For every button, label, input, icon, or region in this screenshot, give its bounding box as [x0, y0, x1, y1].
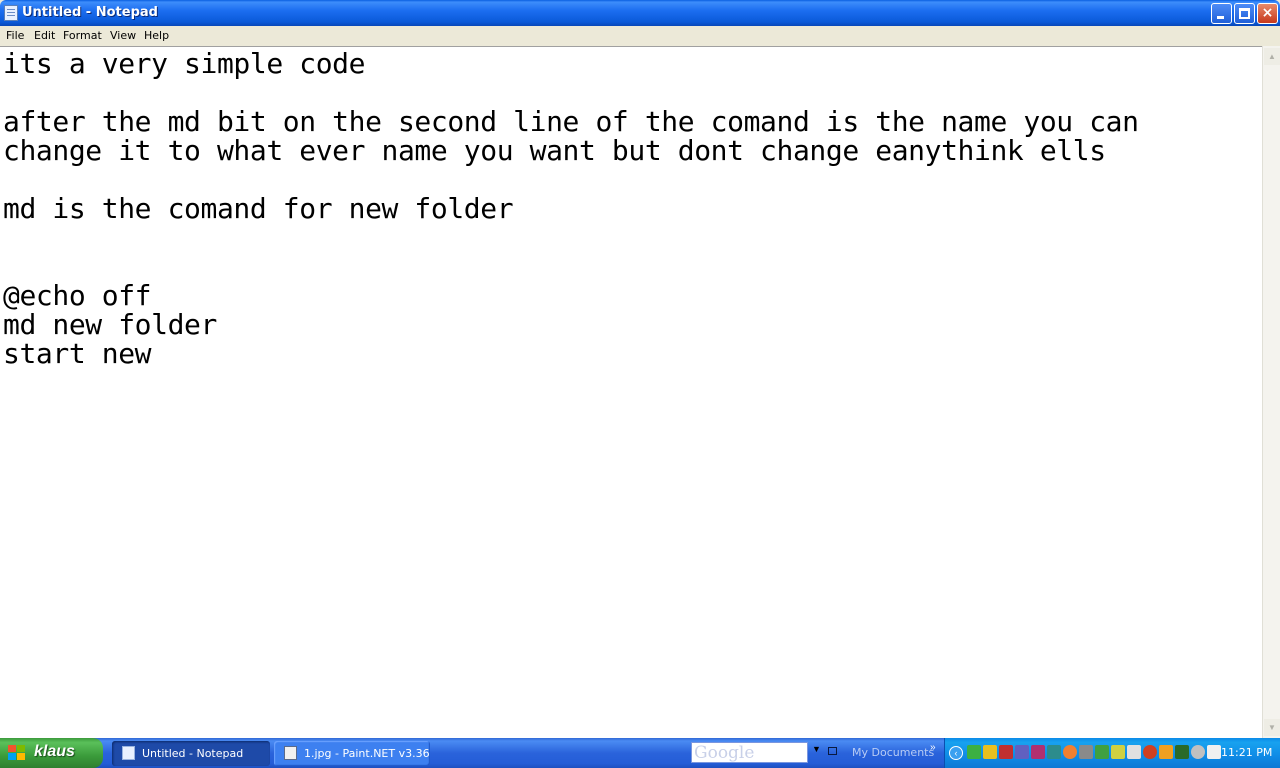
menu-edit[interactable]: Edit — [34, 29, 55, 42]
restore-button[interactable] — [1234, 3, 1255, 24]
scroll-up-icon[interactable]: ▲ — [1264, 48, 1280, 65]
menu-view[interactable]: View — [110, 29, 136, 42]
task-paintnet[interactable]: 1.jpg - Paint.NET v3.36 — [274, 741, 430, 766]
chevron-down-icon[interactable]: ▼ — [812, 744, 821, 754]
notepad-icon[interactable] — [4, 5, 18, 21]
system-tray: ‹ 11:21 PM — [944, 738, 1280, 768]
show-hidden-icons-icon[interactable]: ‹ — [949, 746, 963, 760]
search-options-icon[interactable] — [828, 747, 837, 755]
tray-app-icon[interactable] — [1047, 745, 1061, 759]
start-label: klaus — [34, 743, 75, 760]
tray-app-icon[interactable] — [1191, 745, 1205, 759]
google-search-input[interactable]: Google — [691, 742, 808, 763]
menu-bar: File Edit Format View Help — [0, 26, 1280, 45]
minimize-button[interactable] — [1211, 3, 1232, 24]
menu-help[interactable]: Help — [144, 29, 169, 42]
tray-app-icon[interactable] — [1111, 745, 1125, 759]
clock[interactable]: 11:21 PM — [1221, 746, 1272, 759]
google-logo: Google — [694, 743, 755, 763]
notepad-icon — [122, 746, 135, 760]
tray-app-icon[interactable] — [1127, 745, 1141, 759]
task-label: Untitled - Notepad — [142, 747, 244, 760]
window-title: Untitled - Notepad — [22, 5, 158, 20]
tray-app-icon[interactable] — [983, 745, 997, 759]
taskbar: klaus Untitled - Notepad 1.jpg - Paint.N… — [0, 738, 1280, 768]
tray-app-icon[interactable] — [999, 745, 1013, 759]
tray-app-icon[interactable] — [1175, 745, 1189, 759]
text-editor[interactable]: its a very simple code after the md bit … — [0, 46, 1262, 738]
my-documents-toolbar[interactable]: My Documents — [852, 746, 934, 759]
task-label: 1.jpg - Paint.NET v3.36 — [304, 747, 430, 760]
menu-file[interactable]: File — [6, 29, 24, 42]
toolbar-chevron-icon[interactable]: » — [930, 742, 936, 753]
vertical-scrollbar[interactable]: ▲ ▼ — [1262, 46, 1280, 738]
minimize-icon — [1217, 16, 1224, 19]
tray-app-icon[interactable] — [1015, 745, 1029, 759]
windows-logo-icon — [8, 745, 26, 761]
close-icon: × — [1261, 5, 1274, 21]
tray-app-icon[interactable] — [1079, 745, 1093, 759]
notepad-window: Untitled - Notepad × File Edit Format Vi… — [0, 0, 1280, 738]
menu-format[interactable]: Format — [63, 29, 102, 42]
tray-app-icon[interactable] — [1095, 745, 1109, 759]
editor-content[interactable]: its a very simple code after the md bit … — [3, 49, 1139, 368]
start-button[interactable]: klaus — [0, 738, 103, 768]
paintnet-icon — [284, 746, 297, 760]
scroll-down-icon[interactable]: ▼ — [1264, 719, 1280, 736]
tray-app-icon[interactable] — [967, 745, 981, 759]
restore-icon — [1239, 8, 1250, 19]
title-bar[interactable]: Untitled - Notepad × — [0, 0, 1280, 26]
task-notepad[interactable]: Untitled - Notepad — [112, 741, 270, 766]
tray-app-icon[interactable] — [1063, 745, 1077, 759]
volume-icon[interactable] — [1207, 745, 1221, 759]
tray-app-icon[interactable] — [1031, 745, 1045, 759]
tray-app-icon[interactable] — [1159, 745, 1173, 759]
close-button[interactable]: × — [1257, 3, 1278, 24]
tray-app-icon[interactable] — [1143, 745, 1157, 759]
